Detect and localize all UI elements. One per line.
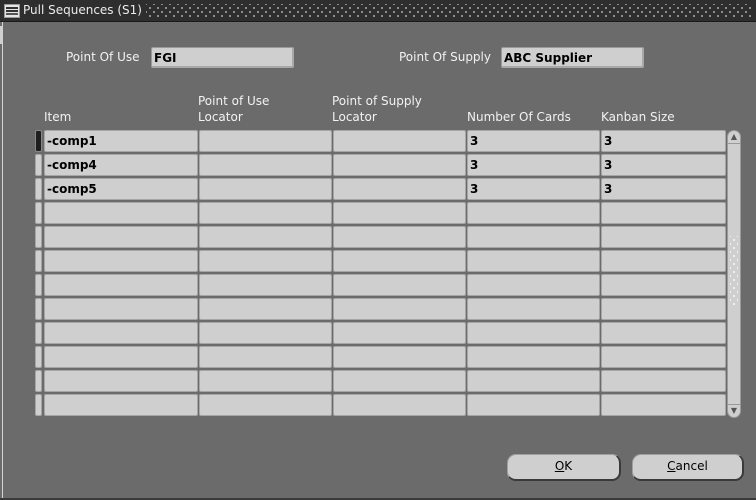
row-indicator[interactable] — [35, 394, 42, 416]
column-header-item: Item — [44, 110, 72, 124]
cell-item[interactable] — [44, 322, 198, 344]
ok-button[interactable]: OK — [507, 454, 621, 481]
cell-num-cards[interactable] — [467, 394, 600, 416]
cell-kanban-size[interactable] — [601, 370, 726, 392]
cell-num-cards[interactable] — [467, 226, 600, 248]
cancel-label-rest: ancel — [675, 459, 708, 473]
row-indicator[interactable] — [35, 250, 42, 272]
cell-pou-locator[interactable] — [199, 250, 332, 272]
cell-num-cards[interactable] — [467, 250, 600, 272]
oracle-forms-icon — [4, 4, 20, 18]
cell-item[interactable]: -comp5 — [44, 178, 198, 200]
cell-pos-locator[interactable] — [333, 394, 466, 416]
cell-num-cards[interactable] — [467, 322, 600, 344]
cell-pou-locator[interactable] — [199, 178, 332, 200]
cell-num-cards[interactable] — [467, 202, 600, 224]
cell-kanban-size[interactable] — [601, 226, 726, 248]
column-header-kanban-size: Kanban Size — [601, 110, 675, 124]
cell-kanban-size[interactable] — [601, 202, 726, 224]
cell-num-cards[interactable]: 3 — [467, 154, 600, 176]
scroll-up-arrow-icon[interactable]: ▲ — [728, 131, 740, 144]
cell-pos-locator[interactable] — [333, 178, 466, 200]
cell-pou-locator[interactable] — [199, 322, 332, 344]
window-titlebar[interactable]: Pull Sequences (S1) — [0, 0, 756, 22]
cell-pos-locator[interactable] — [333, 226, 466, 248]
cancel-button[interactable]: Cancel — [632, 454, 744, 481]
cell-item[interactable]: -comp1 — [44, 130, 198, 152]
cell-pou-locator[interactable] — [199, 274, 332, 296]
cell-pos-locator[interactable] — [333, 274, 466, 296]
cell-num-cards[interactable] — [467, 346, 600, 368]
cell-item[interactable] — [44, 274, 198, 296]
row-indicator[interactable] — [35, 154, 42, 176]
row-indicator[interactable] — [35, 202, 42, 224]
cell-pou-locator[interactable] — [199, 226, 332, 248]
cell-kanban-size[interactable] — [601, 394, 726, 416]
cell-pos-locator[interactable] — [333, 130, 466, 152]
row-indicator[interactable] — [35, 274, 42, 296]
cell-num-cards[interactable] — [467, 274, 600, 296]
table-scrollbar[interactable]: ▲ ▼ — [727, 130, 741, 418]
row-indicator[interactable] — [35, 370, 42, 392]
window-title: Pull Sequences (S1) — [23, 3, 142, 17]
cell-pos-locator[interactable] — [333, 322, 466, 344]
cell-pou-locator[interactable] — [199, 298, 332, 320]
cell-pos-locator[interactable] — [333, 250, 466, 272]
cell-item[interactable] — [44, 226, 198, 248]
cell-pos-locator[interactable] — [333, 154, 466, 176]
cell-item[interactable] — [44, 250, 198, 272]
cell-item[interactable] — [44, 202, 198, 224]
cell-num-cards[interactable] — [467, 298, 600, 320]
cell-kanban-size[interactable] — [601, 322, 726, 344]
cell-pos-locator[interactable] — [333, 298, 466, 320]
cell-pou-locator[interactable] — [199, 202, 332, 224]
cell-item[interactable] — [44, 298, 198, 320]
point-of-use-label: Point Of Use — [66, 50, 140, 64]
cell-num-cards[interactable]: 3 — [467, 178, 600, 200]
cell-kanban-size[interactable] — [601, 298, 726, 320]
row-indicator[interactable] — [35, 226, 42, 248]
cell-pou-locator[interactable] — [199, 154, 332, 176]
cell-num-cards[interactable]: 3 — [467, 130, 600, 152]
cell-pou-locator[interactable] — [199, 130, 332, 152]
cell-item[interactable]: -comp4 — [44, 154, 198, 176]
cell-kanban-size[interactable]: 3 — [601, 154, 726, 176]
point-of-supply-field[interactable]: ABC Supplier — [501, 47, 644, 68]
cell-item[interactable] — [44, 370, 198, 392]
point-of-use-field[interactable]: FGI — [151, 47, 294, 68]
cell-kanban-size[interactable] — [601, 250, 726, 272]
ok-mnemonic: O — [554, 459, 565, 473]
cancel-mnemonic: C — [667, 459, 676, 473]
cell-pou-locator[interactable] — [199, 370, 332, 392]
cell-item[interactable] — [44, 394, 198, 416]
scroll-down-arrow-icon[interactable]: ▼ — [728, 404, 740, 417]
window-border — [2, 22, 3, 500]
scrollbar-thumb[interactable] — [730, 236, 738, 306]
cell-pos-locator[interactable] — [333, 370, 466, 392]
cell-pou-locator[interactable] — [199, 394, 332, 416]
cell-pos-locator[interactable] — [333, 346, 466, 368]
cell-kanban-size[interactable] — [601, 346, 726, 368]
point-of-supply-label: Point Of Supply — [399, 50, 491, 64]
column-header-pou-locator: Point of Use Locator — [198, 94, 270, 124]
cell-kanban-size[interactable] — [601, 274, 726, 296]
cell-pou-locator[interactable] — [199, 346, 332, 368]
cell-kanban-size[interactable]: 3 — [601, 130, 726, 152]
cell-pos-locator[interactable] — [333, 202, 466, 224]
row-indicator[interactable] — [35, 322, 42, 344]
row-indicator[interactable] — [35, 130, 42, 152]
column-header-number-of-cards: Number Of Cards — [467, 110, 571, 124]
row-indicator[interactable] — [35, 346, 42, 368]
background-window-edge — [0, 26, 3, 44]
ok-label-rest: K — [564, 459, 573, 473]
cell-kanban-size[interactable]: 3 — [601, 178, 726, 200]
cell-item[interactable] — [44, 346, 198, 368]
row-indicator[interactable] — [35, 178, 42, 200]
column-header-pos-locator: Point of Supply Locator — [332, 94, 422, 124]
titlebar-drag-texture — [146, 4, 752, 17]
row-indicator[interactable] — [35, 298, 42, 320]
cell-num-cards[interactable] — [467, 370, 600, 392]
